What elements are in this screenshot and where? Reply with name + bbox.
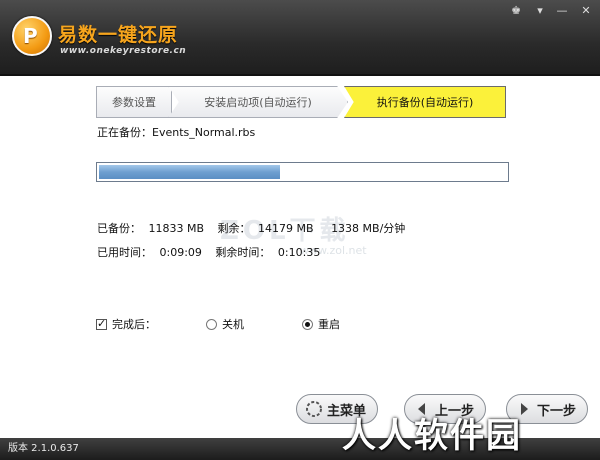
step-indicator: 参数设置 安装启动项(自动运行) 执行备份(自动运行) [96, 86, 506, 118]
skin-icon[interactable]: ♚ [508, 4, 524, 18]
option-restart[interactable]: 重启 [302, 316, 340, 332]
backing-up-file: Events_Normal.rbs [152, 126, 256, 139]
app-logo: P [12, 16, 52, 56]
step-install-boot-entry: 安装启动项(自动运行) [168, 86, 348, 118]
next-label: 下一步 [537, 403, 577, 419]
backing-up-label: 正在备份： [97, 126, 152, 139]
backup-progress-fill [99, 165, 280, 179]
app-title: 易数一键还原 [58, 24, 179, 46]
backed-label: 已备份： [97, 222, 141, 235]
minimize-icon[interactable]: — [554, 4, 570, 18]
option-shutdown[interactable]: 关机 [206, 316, 244, 332]
restart-radio[interactable] [302, 318, 313, 330]
after-complete-check[interactable] [96, 317, 107, 330]
step-execute-backup: 执行备份(自动运行) [344, 86, 506, 118]
stats-row-size: 已备份： 11833 MB 剩余： 14179 MB 1338 MB/分钟 [97, 220, 405, 236]
stats-row-time: 已用时间： 0:09:09 剩余时间： 0:10:35 [97, 244, 320, 260]
remaining-value: 14179 MB [258, 222, 314, 235]
logo-mark: P [23, 24, 38, 48]
shutdown-radio[interactable] [206, 318, 217, 330]
step-parameter-settings: 参数设置 [96, 86, 172, 118]
remaining-label: 剩余： [217, 222, 251, 235]
left-time-value: 0:10:35 [277, 246, 321, 259]
restart-label: 重启 [318, 318, 340, 331]
after-complete-label: 完成后： [112, 318, 156, 331]
refresh-icon [306, 401, 322, 417]
speed-value: 1338 MB/分钟 [331, 222, 406, 235]
after-complete-checkbox[interactable]: 完成后： [96, 316, 156, 332]
shutdown-label: 关机 [222, 318, 244, 331]
elapsed-value: 0:09:09 [159, 246, 202, 259]
version-text: 版本 2.1.0.637 [8, 443, 79, 454]
left-time-label: 剩余时间： [215, 246, 271, 259]
menu-dropdown-icon[interactable]: ▾ [532, 4, 548, 18]
elapsed-label: 已用时间： [97, 246, 152, 259]
backed-value: 11833 MB [148, 222, 205, 235]
watermark-rrsoft: 人人软件园 [342, 416, 522, 456]
backing-up-status: 正在备份：Events_Normal.rbs [97, 124, 255, 140]
title-bar: P 易数一键还原 www.onekeyrestore.cn ♚ ▾ — ✕ [0, 0, 600, 76]
app-url: www.onekeyrestore.cn [60, 46, 187, 56]
backup-progress-bar [96, 162, 509, 182]
close-icon[interactable]: ✕ [578, 4, 594, 18]
